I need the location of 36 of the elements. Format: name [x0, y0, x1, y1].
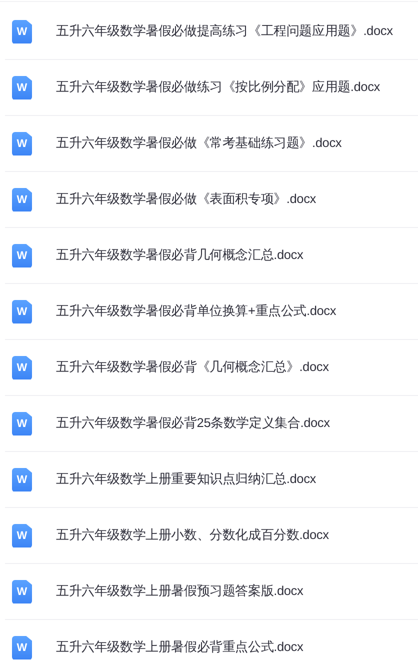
file-row[interactable]: W 五升六年级数学暑假必做《常考基础练习题》.docx: [5, 116, 418, 172]
word-file-icon: W: [12, 468, 32, 492]
file-row[interactable]: W 五升六年级数学上册重要知识点归纳汇总.docx: [5, 452, 418, 508]
file-name: 五升六年级数学暑假必做练习《按比例分配》应用题.docx: [56, 79, 380, 96]
file-row[interactable]: W 五升六年级数学暑假必做《表面积专项》.docx: [5, 172, 418, 228]
word-file-icon: W: [12, 580, 32, 604]
word-file-icon: W: [12, 524, 32, 548]
file-name: 五升六年级数学上册小数、分数化成百分数.docx: [56, 527, 329, 544]
file-name: 五升六年级数学上册暑假必背重点公式.docx: [56, 639, 304, 656]
word-file-icon: W: [12, 20, 32, 44]
file-row[interactable]: W 五升六年级数学上册暑假预习题答案版.docx: [5, 564, 418, 620]
file-row[interactable]: W 五升六年级数学暑假必背《几何概念汇总》.docx: [5, 340, 418, 396]
file-name: 五升六年级数学上册暑假预习题答案版.docx: [56, 583, 304, 600]
file-name: 五升六年级数学暑假必做《表面积专项》.docx: [56, 191, 316, 208]
word-file-icon: W: [12, 76, 32, 100]
file-name: 五升六年级数学暑假必背单位换算+重点公式.docx: [56, 303, 336, 320]
word-file-icon: W: [12, 636, 32, 660]
file-row[interactable]: W 五升六年级数学暑假必背25条数学定义集合.docx: [5, 396, 418, 452]
file-name: 五升六年级数学暑假必背《几何概念汇总》.docx: [56, 359, 329, 376]
file-row[interactable]: W 五升六年级数学暑假必做提高练习《工程问题应用题》.docx: [5, 4, 418, 60]
word-file-icon: W: [12, 188, 32, 212]
file-name: 五升六年级数学暑假必做提高练习《工程问题应用题》.docx: [56, 23, 393, 40]
word-file-icon: W: [12, 300, 32, 324]
file-row[interactable]: W 五升六年级数学上册小数、分数化成百分数.docx: [5, 508, 418, 564]
word-file-icon: W: [12, 244, 32, 268]
word-file-icon: W: [12, 412, 32, 436]
file-name: 五升六年级数学暑假必背25条数学定义集合.docx: [56, 415, 330, 432]
word-file-icon: W: [12, 132, 32, 156]
file-row[interactable]: W 五升六年级数学暑假必背几何概念汇总.docx: [5, 228, 418, 284]
word-file-icon: W: [12, 356, 32, 380]
file-name: 五升六年级数学上册重要知识点归纳汇总.docx: [56, 471, 316, 488]
file-name: 五升六年级数学暑假必背几何概念汇总.docx: [56, 247, 304, 264]
file-row[interactable]: W 五升六年级数学上册暑假必背重点公式.docx: [5, 620, 418, 669]
file-row[interactable]: W 五升六年级数学暑假必做练习《按比例分配》应用题.docx: [5, 60, 418, 116]
file-name: 五升六年级数学暑假必做《常考基础练习题》.docx: [56, 135, 342, 152]
file-row[interactable]: W 五升六年级数学暑假必背单位换算+重点公式.docx: [5, 284, 418, 340]
